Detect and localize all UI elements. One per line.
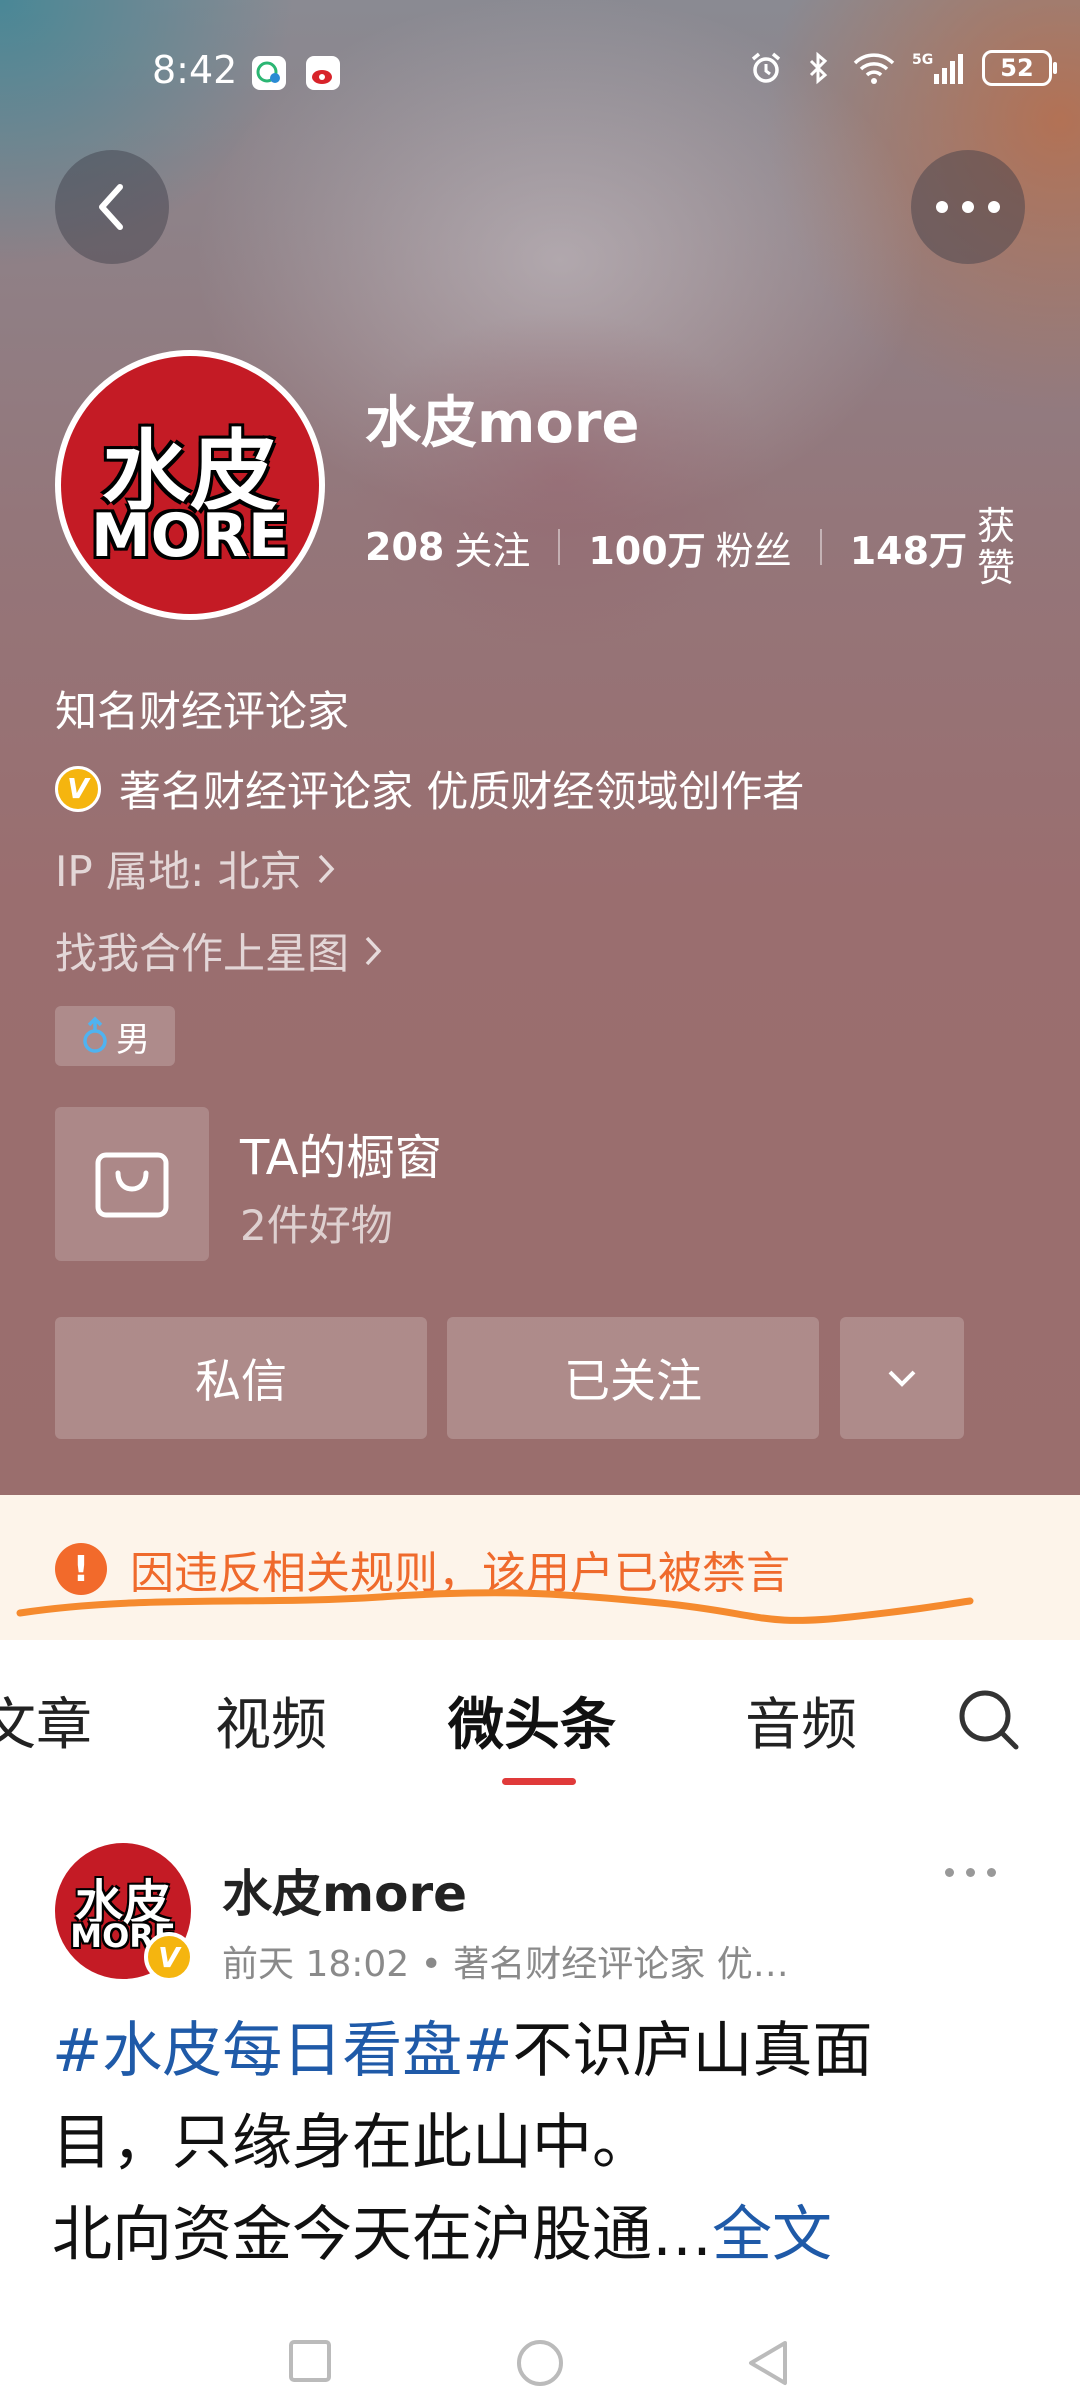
tab-articles[interactable]: 文章 [0,1680,92,1761]
system-nav-bar [0,2320,1080,2400]
chevron-right-icon [318,854,334,883]
back-nav-icon[interactable] [745,2338,791,2388]
stat-divider [819,529,822,565]
message-button[interactable]: 私信 [55,1317,427,1439]
stat-following[interactable]: 208 关注 [365,520,530,575]
status-bar: 8:42 5G 52 [0,40,1080,110]
profile-avatar[interactable]: 水皮 MORE [55,350,325,620]
active-tab-indicator [502,1778,576,1785]
verified-badge-icon: V [144,1932,194,1982]
profile-username: 水皮more [365,391,640,456]
gender-tag: 男 [55,1006,175,1066]
male-symbol-icon [83,1016,107,1053]
shop-subtitle: 2件好物 [240,1201,393,1250]
back-button[interactable] [55,150,169,264]
shopping-bag-icon [95,1152,169,1218]
stat-followers[interactable]: 100万 粉丝 [588,520,791,575]
shop-title[interactable]: TA的橱窗 [240,1118,442,1188]
battery-indicator: 52 [982,50,1057,86]
post-more-button[interactable] [945,1868,996,1877]
profile-header: 8:42 5G 52 水皮 MORE 水皮more 208 关注 100万 粉丝… [0,0,1080,1495]
home-icon[interactable] [515,2338,565,2388]
tab-audio[interactable]: 音频 [745,1680,857,1761]
post-author-avatar[interactable]: 水皮 MORE V [52,1840,194,1982]
bluetooth-icon [809,51,828,85]
search-icon[interactable] [955,1686,1023,1754]
recent-apps-icon[interactable] [287,2338,333,2384]
more-dots-icon [936,201,1000,213]
full-text-link[interactable]: 全文 [712,2200,832,2270]
followed-button[interactable]: 已关注 [447,1317,819,1439]
post-meta: 前天 18:02 • 著名财经评论家 优… [222,1944,789,1985]
chat-app-icon [252,56,286,90]
micro-post-card[interactable]: 水皮 MORE V 水皮more 前天 18:02 • 著名财经评论家 优… #… [0,1790,1080,2320]
tab-micro-posts[interactable]: 微头条 [448,1680,616,1761]
signal-5g-icon: 5G [912,52,963,84]
avatar-logo-bottom: MORE [91,501,289,571]
verified-info: V 著名财经评论家 优质财经领域创作者 [55,758,804,819]
profile-stats: 208 关注 100万 粉丝 148万 获赞 [365,505,1019,589]
stat-divider [558,529,561,565]
tab-videos[interactable]: 视频 [215,1680,327,1761]
more-options-button[interactable] [911,150,1025,264]
status-time: 8:42 [152,48,238,92]
profile-bio: 知名财经评论家 [55,687,350,736]
content-tabs: 文章 视频 微头条 音频 [0,1640,1080,1790]
ip-location-link[interactable]: IP 属地: 北京 [55,838,336,899]
verified-badge-icon: V [55,765,101,812]
alarm-icon [751,52,781,83]
chevron-down-icon [888,1370,916,1387]
dot-icon [966,1868,975,1877]
dot-icon [987,1868,996,1877]
expand-button[interactable] [840,1317,964,1439]
chevron-left-icon [99,184,123,230]
star-map-link[interactable]: 找我合作上星图 [55,920,383,981]
post-hashtag[interactable]: #水皮每日看盘# [52,2016,513,2086]
post-author-name[interactable]: 水皮more [222,1854,467,1926]
shop-window-button[interactable] [55,1107,209,1261]
sina-app-icon [306,56,340,90]
dot-icon [945,1868,954,1877]
chevron-right-icon [365,936,382,965]
post-body[interactable]: #水皮每日看盘#不识庐山真面 目，只缘身在此山中。 北向资金今天在沪股通…全文 [52,2005,1042,2281]
svg-text:5G: 5G [912,52,933,68]
wifi-icon [853,53,895,84]
stat-likes[interactable]: 148万 获赞 [850,505,1019,589]
